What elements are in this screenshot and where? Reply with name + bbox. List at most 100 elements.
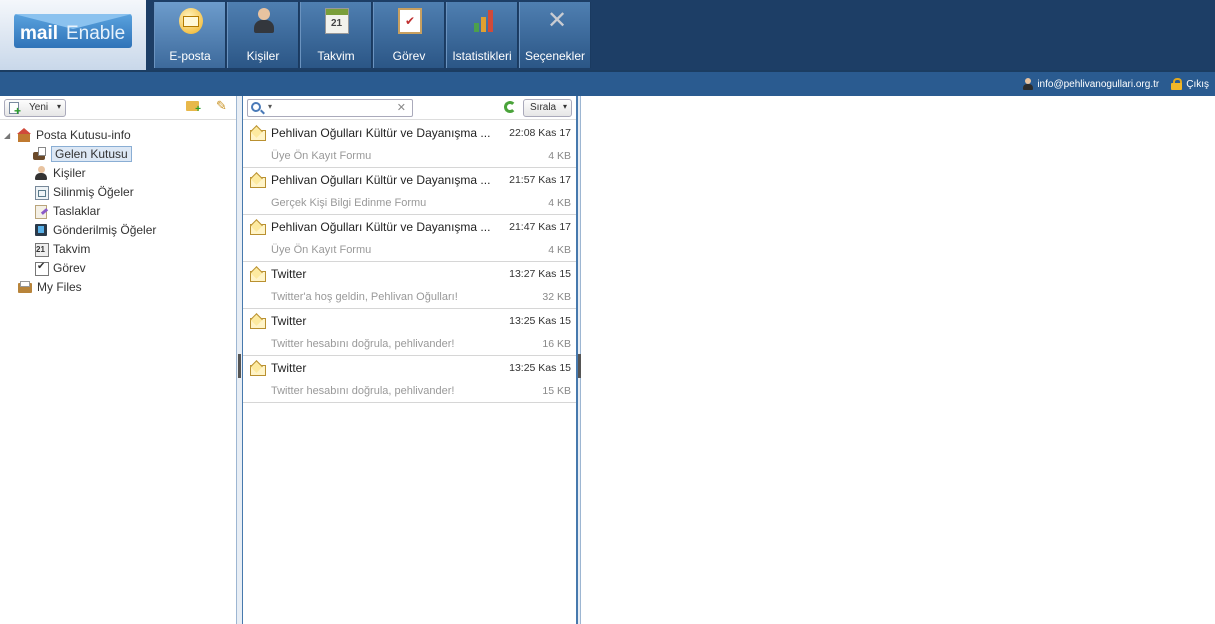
- message-size: 4 KB: [548, 150, 571, 162]
- message-subject: Gerçek Kişi Bilgi Edinme Formu: [271, 197, 427, 209]
- tree-item-my-files[interactable]: My Files: [18, 278, 82, 296]
- message-row[interactable]: Pehlivan Oğulları Kültür ve Dayanışma ..…: [243, 215, 576, 262]
- message-row[interactable]: Pehlivan Oğulları Kültür ve Dayanışma ..…: [243, 168, 576, 215]
- refresh-icon[interactable]: [504, 101, 516, 113]
- tree-item-label: Silinmiş Öğeler: [53, 185, 134, 199]
- chevron-down-icon: ▾: [562, 102, 567, 111]
- message-time: 13:27 Kas 15: [509, 268, 571, 280]
- tree-item-inbox[interactable]: Gelen Kutusu: [32, 145, 132, 163]
- left-splitter[interactable]: [236, 96, 243, 624]
- tab-statistics[interactable]: Istatistikleri: [446, 2, 518, 68]
- logo-enable-text: Enable: [66, 23, 126, 44]
- tree-item-sent[interactable]: Gönderilmiş Öğeler: [34, 221, 156, 239]
- message-time: 21:57 Kas 17: [509, 174, 571, 186]
- tab-mail[interactable]: E-posta: [154, 2, 226, 68]
- calendar-icon: [325, 8, 349, 34]
- sort-button-label: Sırala: [530, 102, 557, 113]
- sort-button[interactable]: Sırala ▾: [523, 99, 572, 117]
- message-list-panel: ▾ ✕ Sırala ▾ Pehlivan Oğulları Kültür ve…: [243, 96, 576, 624]
- envelope-icon: [250, 221, 266, 235]
- message-sender: Pehlivan Oğulları Kültür ve Dayanışma ..…: [271, 220, 491, 234]
- message-sender: Pehlivan Oğulları Kültür ve Dayanışma ..…: [271, 173, 491, 187]
- tree-item-mailbox[interactable]: ◢ Posta Kutusu-info: [4, 126, 131, 144]
- add-folder-icon[interactable]: [186, 101, 201, 115]
- message-sender: Twitter: [271, 361, 307, 375]
- message-time: 21:47 Kas 17: [509, 221, 571, 233]
- tree-item-label: Taslaklar: [53, 204, 101, 218]
- message-subject: Üye Ön Kayıt Formu: [271, 150, 372, 162]
- lock-icon[interactable]: [1171, 78, 1183, 90]
- tree-item-label: Posta Kutusu-info: [36, 128, 131, 142]
- folder-panel: + Yeni ▾ ✎ ◢ Posta Kutusu-info Gelen Kut…: [0, 96, 236, 624]
- statistics-icon: [471, 8, 495, 34]
- tree-item-tasks[interactable]: Görev: [34, 259, 86, 277]
- tab-calendar-label: Takvim: [317, 49, 355, 63]
- message-subject: Twitter hesabını doğrula, pehlivander!: [271, 338, 455, 350]
- contacts-icon: [34, 166, 48, 180]
- search-icon[interactable]: [251, 102, 261, 112]
- tab-tasks[interactable]: Görev: [373, 2, 445, 68]
- message-sender: Twitter: [271, 314, 307, 328]
- message-sender: Pehlivan Oğulları Kültür ve Dayanışma ..…: [271, 126, 491, 140]
- tab-options[interactable]: Seçenekler: [519, 2, 591, 68]
- tree-item-calendar[interactable]: Takvim: [34, 240, 90, 258]
- files-icon: [18, 280, 32, 294]
- message-row[interactable]: Twitter 13:27 Kas 15 Twitter'a hoş geldi…: [243, 262, 576, 309]
- message-size: 4 KB: [548, 197, 571, 209]
- logo-area: mail Enable: [0, 0, 146, 70]
- tab-contacts[interactable]: Kişiler: [227, 2, 299, 68]
- task-icon: [34, 261, 49, 276]
- clear-icon[interactable]: ✕: [397, 101, 406, 114]
- message-subject: Twitter hesabını doğrula, pehlivander!: [271, 385, 455, 397]
- logout-link[interactable]: Çıkış: [1186, 79, 1209, 90]
- mail-icon: [179, 8, 203, 34]
- splitter-handle[interactable]: [238, 354, 241, 378]
- tree-item-label: Gelen Kutusu: [51, 146, 132, 162]
- tab-tasks-label: Görev: [392, 49, 426, 63]
- envelope-icon: [250, 127, 266, 141]
- plus-icon: +: [14, 104, 22, 118]
- tree-item-label: Gönderilmiş Öğeler: [53, 223, 157, 237]
- expand-arrow-icon[interactable]: ◢: [4, 131, 12, 140]
- tree-item-deleted[interactable]: Silinmiş Öğeler: [34, 183, 134, 201]
- message-size: 32 KB: [542, 291, 571, 303]
- user-email[interactable]: info@pehlivanogullari.org.tr: [1037, 79, 1159, 90]
- envelope-icon: [250, 315, 266, 329]
- drafts-icon: [34, 204, 48, 219]
- tree-item-drafts[interactable]: Taslaklar: [34, 202, 100, 220]
- envelope-icon: [250, 174, 266, 188]
- mailbox-icon: [17, 128, 31, 142]
- message-time: 13:25 Kas 15: [509, 315, 571, 327]
- new-button[interactable]: + Yeni ▾: [4, 99, 66, 118]
- envelope-icon: [250, 268, 266, 282]
- message-time: 22:08 Kas 17: [509, 127, 571, 139]
- tab-options-label: Seçenekler: [524, 49, 586, 63]
- message-row[interactable]: Twitter 13:25 Kas 15 Twitter hesabını do…: [243, 356, 576, 403]
- search-input[interactable]: [280, 101, 398, 115]
- message-size: 4 KB: [548, 244, 571, 256]
- message-subject: Üye Ön Kayıt Formu: [271, 244, 372, 256]
- logo-mail-text: mail: [20, 23, 59, 44]
- tools-icon: [544, 6, 568, 35]
- tab-contacts-label: Kişiler: [246, 49, 280, 63]
- tab-mail-label: E-posta: [169, 49, 211, 63]
- tree-item-contacts[interactable]: Kişiler: [34, 164, 86, 182]
- user-area: info@pehlivanogullari.org.tr Çıkış: [1023, 77, 1209, 91]
- tab-statistics-label: Istatistikleri: [452, 49, 512, 63]
- calendar-icon: [34, 242, 49, 257]
- rename-pencil-icon[interactable]: ✎: [216, 98, 227, 114]
- reading-pane: [581, 96, 1215, 624]
- new-button-label: Yeni: [29, 102, 49, 113]
- message-row[interactable]: Twitter 13:25 Kas 15 Twitter hesabını do…: [243, 309, 576, 356]
- sent-icon: [34, 223, 48, 237]
- top-navigation-bar: mail Enable E-posta Kişiler Takvim Görev…: [0, 0, 1215, 70]
- chevron-down-icon[interactable]: ▾: [268, 102, 272, 111]
- search-box[interactable]: ▾ ✕: [247, 99, 413, 117]
- message-row[interactable]: Pehlivan Oğulları Kültür ve Dayanışma ..…: [243, 121, 576, 168]
- tab-calendar[interactable]: Takvim: [300, 2, 372, 68]
- mailenable-logo: mail Enable: [14, 14, 132, 48]
- trash-icon: [34, 185, 49, 200]
- tree-item-label: Görev: [53, 261, 86, 275]
- tree-item-label: My Files: [37, 280, 82, 294]
- message-size: 15 KB: [542, 385, 571, 397]
